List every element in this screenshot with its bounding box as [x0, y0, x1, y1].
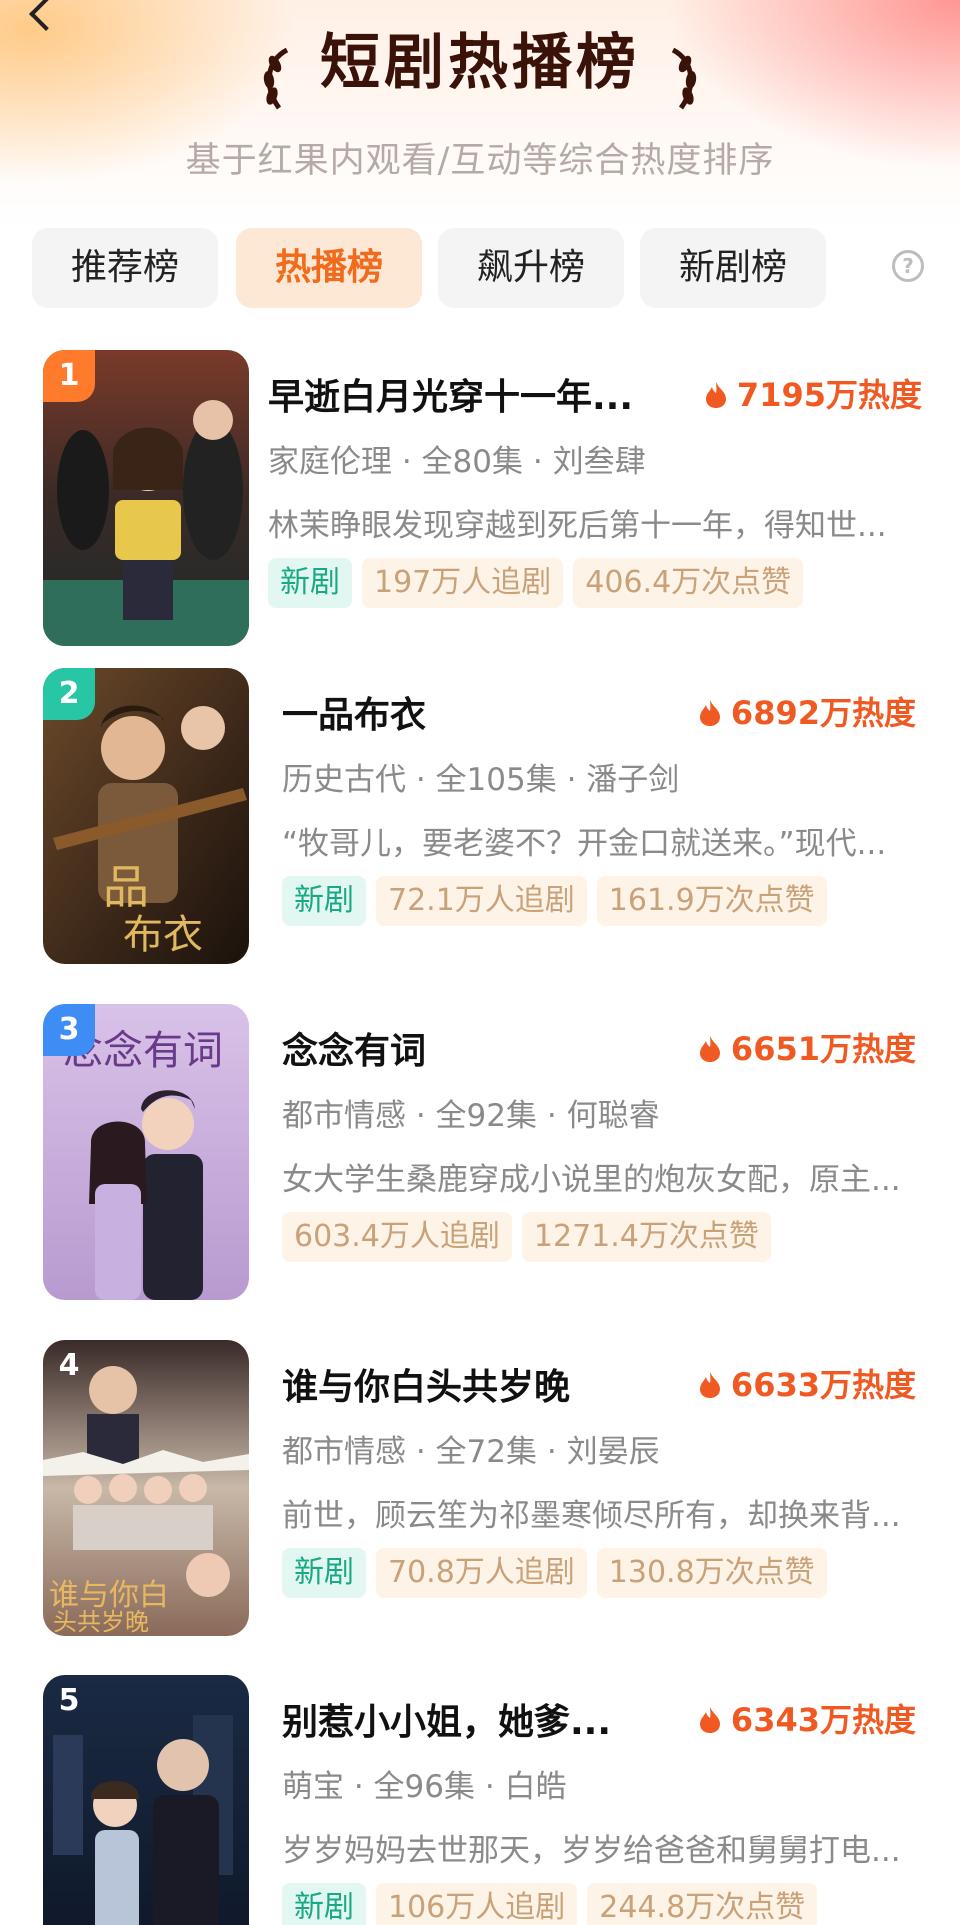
show-info: 念念有词 6651万热度 都市情感 · 全92集 · 何聪睿 女大学生桑鹿穿成小… — [282, 1004, 922, 1304]
show-meta: 都市情感 · 全72集 · 刘晏辰 — [282, 1434, 660, 1470]
followers-badge: 72.1万人追剧 — [376, 876, 587, 926]
page-header: 短剧热播榜 — [0, 14, 960, 112]
show-poster[interactable]: 1 — [43, 350, 249, 646]
badge-row: 603.4万人追剧 1271.4万次点赞 — [282, 1212, 781, 1262]
svg-text:头共岁晚: 头共岁晚 — [53, 1608, 149, 1636]
tab-rising[interactable]: 飙升榜 — [438, 228, 624, 308]
likes-badge: 130.8万次点赞 — [596, 1548, 827, 1598]
followers-badge: 70.8万人追剧 — [376, 1548, 587, 1598]
flame-icon — [705, 382, 726, 408]
flame-icon — [699, 1036, 720, 1062]
badge-row: 新剧 197万人追剧 406.4万次点赞 — [268, 558, 813, 608]
likes-badge: 406.4万次点赞 — [573, 558, 804, 608]
rank-badge: 1 — [43, 350, 95, 402]
likes-badge: 1271.4万次点赞 — [521, 1212, 771, 1262]
rank-badge: 2 — [43, 668, 95, 720]
new-badge: 新剧 — [282, 1883, 366, 1925]
page-subtitle: 基于红果内观看/互动等综合热度排序 — [185, 141, 775, 181]
show-poster[interactable]: 5 — [43, 1675, 249, 1925]
heat-score: 7195万热度 — [705, 370, 922, 416]
show-info: 早逝白月光穿十一年... 7195万热度 家庭伦理 · 全80集 · 刘叁肆 林… — [268, 350, 928, 650]
flame-icon — [699, 1372, 720, 1398]
right-laurel-icon — [671, 47, 697, 109]
heat-value: 6343万热度 — [730, 1701, 916, 1739]
rank-badge: 4 — [58, 1348, 80, 1383]
new-badge: 新剧 — [268, 558, 352, 608]
show-title[interactable]: 一品布衣 — [282, 686, 682, 738]
page-title: 短剧热播榜 — [320, 28, 640, 98]
show-poster[interactable]: 谁与你白 头共岁晚 4 — [43, 1340, 249, 1636]
new-badge: 新剧 — [282, 876, 366, 926]
show-description: 岁岁妈妈去世那天，岁岁给爸爸和舅舅打电... — [282, 1833, 901, 1869]
show-description: “牧哥儿，要老婆不？开金口就送来。”现代... — [282, 826, 887, 862]
followers-badge: 603.4万人追剧 — [282, 1212, 512, 1262]
heat-value: 7195万热度 — [736, 376, 922, 414]
ranking-tabs: 推荐榜 热播榜 飙升榜 新剧榜 ? — [32, 228, 932, 308]
left-laurel-icon — [263, 47, 289, 109]
show-info: 别惹小小姐，她爹... 6343万热度 萌宝 · 全96集 · 白皓 岁岁妈妈去… — [282, 1675, 922, 1925]
show-meta: 家庭伦理 · 全80集 · 刘叁肆 — [268, 444, 646, 480]
followers-badge: 106万人追剧 — [376, 1883, 578, 1925]
heat-value: 6633万热度 — [730, 1366, 916, 1404]
heat-score: 6892万热度 — [699, 688, 916, 734]
show-poster[interactable]: 念念有词 3 — [43, 1004, 249, 1300]
heat-value: 6651万热度 — [730, 1030, 916, 1068]
flame-icon — [699, 1707, 720, 1733]
rank-badge: 5 — [58, 1683, 80, 1718]
heat-value: 6892万热度 — [730, 694, 916, 732]
show-title[interactable]: 谁与你白头共岁晚 — [282, 1358, 682, 1410]
likes-badge: 244.8万次点赞 — [587, 1883, 818, 1925]
help-icon[interactable]: ? — [892, 250, 924, 282]
list-item[interactable]: 念念有词 3 念念有词 6651万热度 都市情感 · 全92集 · 何聪睿 女大… — [0, 1004, 960, 1304]
show-description: 前世，顾云笙为祁墨寒倾尽所有，却换来背... — [282, 1498, 901, 1534]
likes-badge: 161.9万次点赞 — [596, 876, 827, 926]
heat-score: 6343万热度 — [699, 1695, 916, 1741]
tab-hot[interactable]: 热播榜 — [236, 228, 422, 308]
show-meta: 都市情感 · 全92集 · 何聪睿 — [282, 1098, 660, 1134]
show-poster[interactable]: 品 布衣 2 — [43, 668, 249, 964]
badge-row: 新剧 72.1万人追剧 161.9万次点赞 — [282, 876, 837, 926]
flame-icon — [699, 700, 720, 726]
list-item[interactable]: 5 别惹小小姐，她爹... 6343万热度 萌宝 · 全96集 · 白皓 岁岁妈… — [0, 1675, 960, 1925]
show-title[interactable]: 别惹小小姐，她爹... — [282, 1693, 682, 1745]
new-badge: 新剧 — [282, 1548, 366, 1598]
show-description: 女大学生桑鹿穿成小说里的炮灰女配，原主... — [282, 1162, 901, 1198]
tab-recommended[interactable]: 推荐榜 — [32, 228, 218, 308]
heat-score: 6633万热度 — [699, 1360, 916, 1406]
show-description: 林茉睁眼发现穿越到死后第十一年，得知世... — [268, 508, 887, 544]
show-title[interactable]: 早逝白月光穿十一年... — [268, 368, 668, 420]
followers-badge: 197万人追剧 — [362, 558, 564, 608]
tab-new[interactable]: 新剧榜 — [640, 228, 826, 308]
show-title[interactable]: 念念有词 — [282, 1022, 682, 1074]
badge-row: 新剧 70.8万人追剧 130.8万次点赞 — [282, 1548, 837, 1598]
rank-badge: 3 — [43, 1004, 95, 1056]
svg-text:品: 品 — [103, 860, 149, 914]
list-item[interactable]: 谁与你白 头共岁晚 4 谁与你白头共岁晚 6633万热度 都市情感 · 全72集… — [0, 1340, 960, 1640]
list-item[interactable]: 品 布衣 2 一品布衣 6892万热度 历史古代 · 全105集 · 潘子剑 “… — [0, 668, 960, 968]
badge-row: 新剧 106万人追剧 244.8万次点赞 — [282, 1883, 827, 1925]
heat-score: 6651万热度 — [699, 1024, 916, 1070]
show-info: 谁与你白头共岁晚 6633万热度 都市情感 · 全72集 · 刘晏辰 前世，顾云… — [282, 1340, 922, 1640]
list-item[interactable]: 1 早逝白月光穿十一年... 7195万热度 家庭伦理 · 全80集 · 刘叁肆… — [0, 350, 960, 650]
show-meta: 历史古代 · 全105集 · 潘子剑 — [282, 762, 680, 798]
show-info: 一品布衣 6892万热度 历史古代 · 全105集 · 潘子剑 “牧哥儿，要老婆… — [282, 668, 922, 968]
show-meta: 萌宝 · 全96集 · 白皓 — [282, 1769, 567, 1805]
svg-text:布衣: 布衣 — [123, 912, 203, 958]
